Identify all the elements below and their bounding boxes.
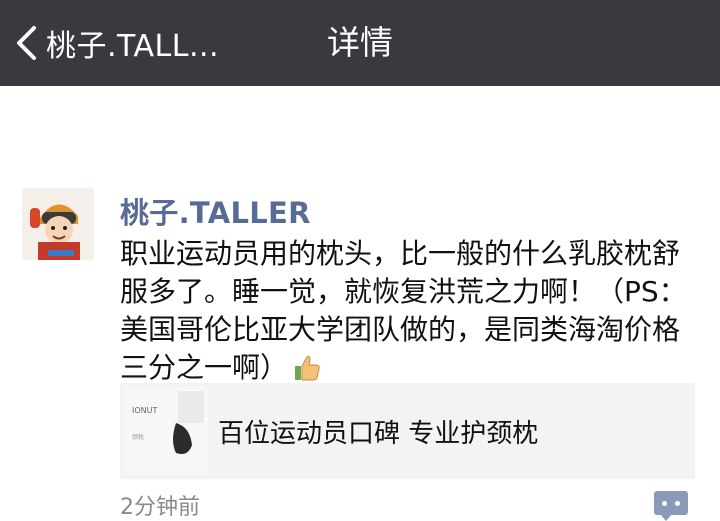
post-text: 职业运动员用的枕头，比一般的什么乳胶枕舒服多了。睡一觉，就恢复洪荒之力啊！（PS… xyxy=(120,237,687,384)
post-content: 职业运动员用的枕头，比一般的什么乳胶枕舒服多了。睡一觉，就恢复洪荒之力啊！（PS… xyxy=(120,235,705,393)
comment-icon[interactable] xyxy=(654,491,688,521)
card-thumbnail: IONUT 颈枕 xyxy=(124,387,208,475)
card-thumb-sub: 颈枕 xyxy=(132,433,144,441)
page-title: 详情 xyxy=(327,23,393,62)
avatar[interactable] xyxy=(22,188,94,260)
author-name[interactable]: 桃子.TALLER xyxy=(120,190,311,232)
avatar-image xyxy=(22,188,94,260)
navbar: 桃子.TALL... 详情 xyxy=(0,0,720,86)
link-card[interactable]: IONUT 颈枕 百位运动员口碑 专业护颈枕 xyxy=(120,383,695,479)
card-thumb-brand: IONUT xyxy=(132,406,157,415)
post-time: 2分钟前 xyxy=(120,495,200,520)
card-title: 百位运动员口碑 专业护颈枕 xyxy=(218,419,539,449)
